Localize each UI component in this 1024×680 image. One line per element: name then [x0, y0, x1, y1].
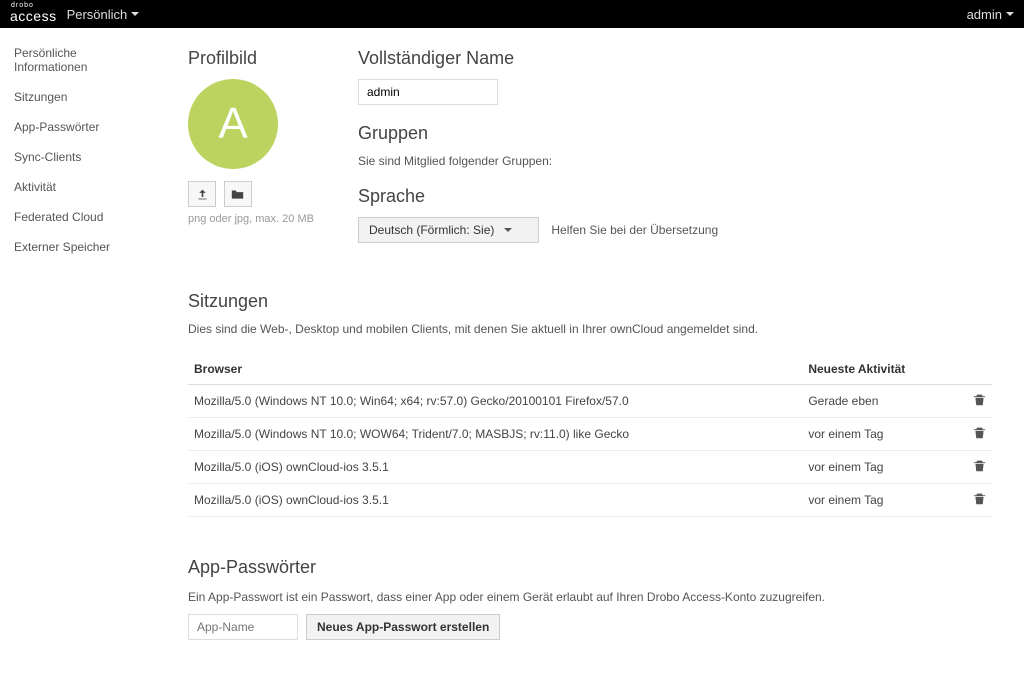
table-row: Mozilla/5.0 (iOS) ownCloud-ios 3.5.1vor … [188, 484, 992, 517]
session-browser: Mozilla/5.0 (Windows NT 10.0; WOW64; Tri… [188, 418, 802, 451]
app-name-input[interactable] [188, 614, 298, 640]
col-browser: Browser [188, 354, 802, 385]
session-activity: vor einem Tag [802, 451, 952, 484]
groups-text: Sie sind Mitglied folgender Gruppen: [358, 154, 992, 168]
sidebar-item-external-storage[interactable]: Externer Speicher [0, 232, 160, 262]
session-browser: Mozilla/5.0 (iOS) ownCloud-ios 3.5.1 [188, 484, 802, 517]
sidebar-item-federated-cloud[interactable]: Federated Cloud [0, 202, 160, 232]
sessions-table: Browser Neueste Aktivität Mozilla/5.0 (W… [188, 354, 992, 517]
language-title: Sprache [358, 186, 992, 207]
sidebar-item-sync-clients[interactable]: Sync-Clients [0, 142, 160, 172]
upload-avatar-button[interactable] [188, 181, 216, 207]
trash-icon [973, 459, 986, 472]
chevron-down-icon [131, 12, 139, 16]
brand-logo: drobo access [10, 4, 57, 24]
profile-picture-title: Profilbild [188, 48, 318, 69]
fullname-title: Vollständiger Name [358, 48, 992, 69]
trash-icon [973, 426, 986, 439]
create-app-password-button[interactable]: Neues App-Passwort erstellen [306, 614, 500, 640]
session-activity: vor einem Tag [802, 418, 952, 451]
table-row: Mozilla/5.0 (Windows NT 10.0; WOW64; Tri… [188, 418, 992, 451]
sidebar-item-activity[interactable]: Aktivität [0, 172, 160, 202]
folder-icon [231, 188, 244, 201]
topbar: drobo access Persönlich admin [0, 0, 1024, 28]
delete-session-button[interactable] [973, 461, 986, 475]
upload-icon [196, 188, 209, 201]
sidebar: Persönliche Informationen Sitzungen App-… [0, 28, 160, 680]
app-passwords-desc: Ein App-Passwort ist ein Passwort, dass … [188, 590, 992, 604]
sidebar-item-sessions[interactable]: Sitzungen [0, 82, 160, 112]
sidebar-item-personal-info[interactable]: Persönliche Informationen [0, 38, 160, 82]
session-browser: Mozilla/5.0 (iOS) ownCloud-ios 3.5.1 [188, 451, 802, 484]
avatar: A [188, 79, 278, 169]
choose-file-button[interactable] [224, 181, 252, 207]
main-content: Profilbild A png oder jpg, max. 20 MB Vo… [160, 28, 1020, 680]
nav-personal[interactable]: Persönlich [67, 7, 140, 22]
app-passwords-title: App-Passwörter [188, 557, 992, 578]
session-browser: Mozilla/5.0 (Windows NT 10.0; Win64; x64… [188, 385, 802, 418]
sessions-title: Sitzungen [188, 291, 992, 312]
chevron-down-icon [504, 228, 512, 232]
sidebar-item-app-passwords[interactable]: App-Passwörter [0, 112, 160, 142]
table-row: Mozilla/5.0 (Windows NT 10.0; Win64; x64… [188, 385, 992, 418]
groups-title: Gruppen [358, 123, 992, 144]
trash-icon [973, 393, 986, 406]
table-row: Mozilla/5.0 (iOS) ownCloud-ios 3.5.1vor … [188, 451, 992, 484]
sessions-desc: Dies sind die Web-, Desktop und mobilen … [188, 322, 992, 336]
session-activity: Gerade eben [802, 385, 952, 418]
fullname-input[interactable] [358, 79, 498, 105]
user-menu[interactable]: admin [967, 7, 1014, 22]
delete-session-button[interactable] [973, 428, 986, 442]
delete-session-button[interactable] [973, 395, 986, 409]
col-activity: Neueste Aktivität [802, 354, 952, 385]
delete-session-button[interactable] [973, 494, 986, 508]
session-activity: vor einem Tag [802, 484, 952, 517]
translation-help-link[interactable]: Helfen Sie bei der Übersetzung [551, 223, 718, 237]
upload-hint: png oder jpg, max. 20 MB [188, 213, 318, 225]
trash-icon [973, 492, 986, 505]
language-select[interactable]: Deutsch (Förmlich: Sie) [358, 217, 539, 243]
chevron-down-icon [1006, 12, 1014, 16]
